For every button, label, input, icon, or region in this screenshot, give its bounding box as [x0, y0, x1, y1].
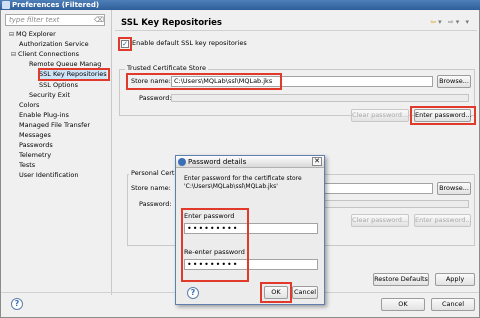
enter-password-label: Enter password — [184, 212, 235, 220]
title-separator — [115, 30, 477, 31]
reenter-password-label: Re-enter password — [184, 248, 245, 256]
back-menu-icon[interactable]: ▾ — [438, 18, 444, 26]
tree-item-mq-explorer[interactable]: ⊟ MQ Explorer — [9, 30, 56, 39]
enable-default-label: Enable default SSL key repositories — [132, 39, 247, 47]
tree-item-label: SSL Options — [39, 81, 79, 89]
filter-placeholder: type filter text — [9, 16, 60, 24]
tree-item-label: MQ Explorer — [16, 30, 56, 38]
tree-item-label: Colors — [19, 101, 40, 109]
dialog-cancel-button[interactable]: Cancel — [292, 286, 318, 299]
trusted-password-label: Password: — [139, 94, 172, 102]
tree-item-user-identification[interactable]: User Identification — [19, 171, 79, 180]
dialog-titlebar: Password details ✕ — [176, 156, 324, 168]
reenter-password-field[interactable]: ••••••••• — [184, 259, 318, 270]
tree-item-security-exit[interactable]: Security Exit — [29, 91, 70, 100]
tree-item-label: Passwords — [19, 141, 53, 149]
dialog-title: Password details — [188, 158, 247, 166]
view-menu-icon[interactable]: ▾ — [465, 18, 471, 26]
personal-password-label: Password: — [139, 200, 172, 208]
tree-item-label: Tests — [19, 161, 36, 169]
window-title: Preferences (Filtered) — [12, 1, 100, 9]
tree-item-tests[interactable]: Tests — [19, 161, 35, 170]
help-icon[interactable]: ? — [11, 298, 23, 310]
panel-divider[interactable] — [111, 10, 112, 295]
highlight-frame — [38, 68, 110, 81]
tree-item-label: Telemetry — [19, 151, 52, 159]
tree-item-telemetry[interactable]: Telemetry — [19, 151, 51, 160]
cancel-button[interactable]: Cancel — [431, 298, 475, 311]
personal-clear-password-button[interactable]: Clear password... — [351, 214, 409, 227]
tree-item-authorization-service[interactable]: Authorization Service — [19, 40, 89, 49]
window-titlebar: Preferences (Filtered) — [0, 0, 480, 10]
personal-store-field[interactable] — [319, 183, 433, 194]
tree-item-label: User Identification — [19, 171, 79, 179]
page-title: SSL Key Repositories — [121, 18, 222, 28]
password-dialog: Password details ✕ Enter password for th… — [175, 155, 325, 305]
trusted-group-title: Trusted Certificate Store — [125, 64, 208, 72]
personal-store-label: Store name: — [131, 184, 171, 192]
dialog-help-icon[interactable]: ? — [187, 287, 199, 299]
preferences-window: type filter text ⌫ ⊟ MQ Explorer Authoriz… — [0, 10, 480, 318]
page-navigation: ⇦▾ ⇨▾ ▾ — [430, 18, 471, 26]
apply-button[interactable]: Apply — [435, 273, 475, 286]
personal-enter-password-button[interactable]: Enter password... — [414, 214, 472, 227]
back-icon[interactable]: ⇦ — [430, 18, 438, 26]
trusted-enter-password-button[interactable]: Enter password... — [414, 109, 472, 122]
tree-item-ssl-options[interactable]: SSL Options — [39, 81, 78, 90]
tree-item-client-connections[interactable]: ⊟ Client Connections — [11, 50, 79, 59]
collapse-icon[interactable]: ⊟ — [9, 30, 16, 39]
personal-browse-button[interactable]: Browse... — [437, 182, 471, 195]
trusted-password-field — [171, 94, 469, 102]
tree-item-passwords[interactable]: Passwords — [19, 141, 53, 150]
enable-default-checkbox[interactable]: ✓ — [121, 40, 129, 48]
filter-input[interactable]: type filter text ⌫ — [5, 14, 105, 26]
tree-item-enable-plug-ins[interactable]: Enable Plug-ins — [19, 111, 69, 120]
dialog-icon — [178, 158, 186, 166]
enter-password-field[interactable]: ••••••••• — [184, 223, 318, 234]
dialog-ok-button[interactable]: OK — [264, 286, 288, 299]
tree-item-label: Security Exit — [29, 91, 71, 99]
close-icon[interactable]: ✕ — [312, 157, 322, 166]
tree-item-label: Messages — [19, 131, 51, 139]
app-icon — [2, 1, 10, 9]
trusted-browse-button[interactable]: Browse... — [437, 75, 471, 88]
tree-item-messages[interactable]: Messages — [19, 131, 51, 140]
trusted-store-field[interactable]: C:\Users\MQLab\ssl\MQLab.jks — [171, 76, 433, 87]
trusted-store-label: Store name: — [131, 77, 171, 85]
personal-password-field — [319, 200, 469, 208]
preferences-tree: ⊟ MQ Explorer Authorization Service ⊟ Clie… — [5, 30, 110, 292]
forward-icon[interactable]: ⇨ — [448, 18, 456, 26]
restore-defaults-button[interactable]: Restore Defaults — [373, 273, 429, 286]
tree-item-label: Managed File Transfer — [19, 121, 91, 129]
trusted-clear-password-button[interactable]: Clear password... — [351, 109, 409, 122]
clear-icon[interactable]: ⌫ — [94, 16, 104, 24]
tree-item-colors[interactable]: Colors — [19, 101, 39, 110]
tree-item-label: Remote Queue Manag — [29, 60, 102, 68]
tree-item-label: Authorization Service — [19, 40, 89, 48]
forward-menu-icon[interactable]: ▾ — [456, 18, 462, 26]
ok-button[interactable]: OK — [381, 298, 425, 311]
tree-item-managed-file-transfer[interactable]: Managed File Transfer — [19, 121, 90, 130]
tree-item-label: Client Connections — [18, 50, 80, 58]
dialog-message: Enter password for the certificate store… — [184, 175, 302, 190]
collapse-icon[interactable]: ⊟ — [11, 50, 18, 59]
personal-group-title: Personal Certi — [129, 169, 179, 177]
tree-item-label: Enable Plug-ins — [19, 111, 69, 119]
